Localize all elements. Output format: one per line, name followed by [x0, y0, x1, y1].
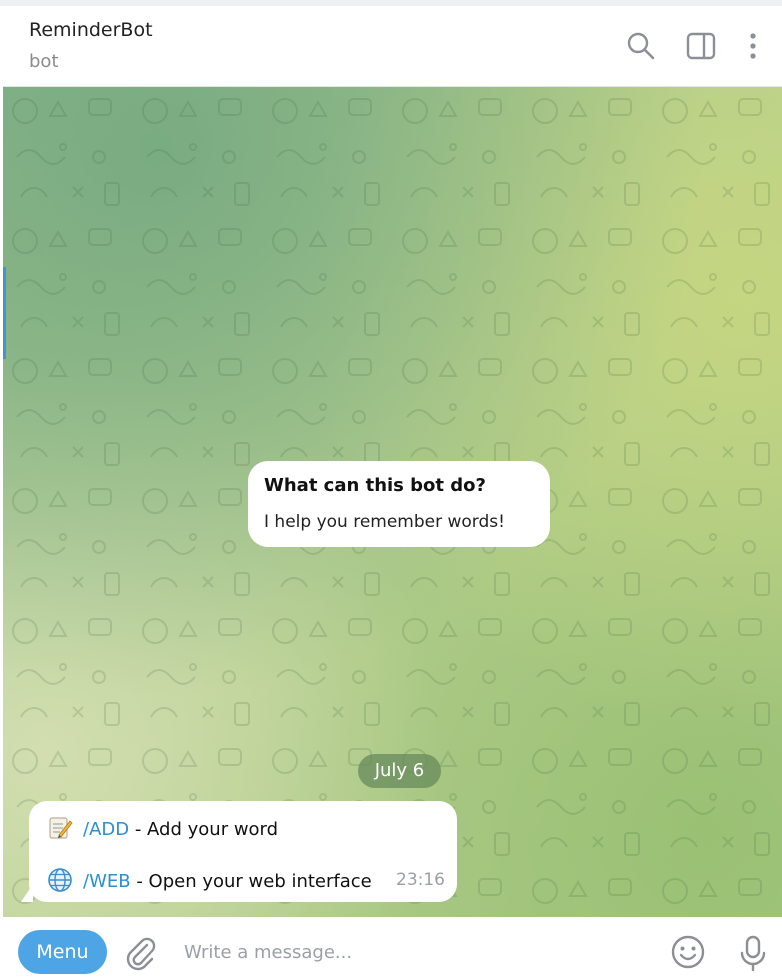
bot-description-card: What can this bot do? I help you remembe… [248, 461, 550, 547]
chat-area[interactable]: What can this bot do? I help you remembe… [3, 87, 782, 917]
web-command-link[interactable]: /WEB [83, 871, 131, 892]
message-bubble[interactable]: /ADD - Add your word /WEB - Open your we… [29, 801, 457, 902]
chat-header: ReminderBot bot [3, 6, 782, 87]
chat-title[interactable]: ReminderBot [29, 19, 153, 41]
attach-icon[interactable] [123, 935, 157, 971]
web-command-description: - Open your web interface [130, 871, 372, 892]
sidebar-toggle-icon[interactable] [685, 30, 717, 62]
globe-icon [48, 868, 72, 892]
bot-description-title: What can this bot do? [264, 475, 486, 496]
date-separator: July 6 [358, 754, 441, 788]
message-timestamp: 23:16 [396, 870, 445, 890]
emoji-icon[interactable] [670, 934, 706, 970]
composer-bar: Menu [0, 917, 782, 980]
add-command-description: - Add your word [129, 819, 279, 840]
microphone-icon[interactable] [735, 933, 771, 973]
bot-description-text: I help you remember words! [264, 512, 505, 532]
add-command-link[interactable]: /ADD [83, 819, 129, 840]
more-vertical-icon[interactable] [737, 30, 769, 62]
menu-button[interactable]: Menu [18, 930, 107, 974]
left-edge-marker [3, 267, 6, 359]
search-icon[interactable] [625, 30, 657, 62]
message-line-web: /WEB - Open your web interface [47, 867, 372, 893]
message-input[interactable] [182, 933, 656, 971]
chat-subtitle: bot [29, 51, 59, 72]
message-line-add: /ADD - Add your word [47, 815, 278, 841]
memo-icon [49, 817, 73, 839]
